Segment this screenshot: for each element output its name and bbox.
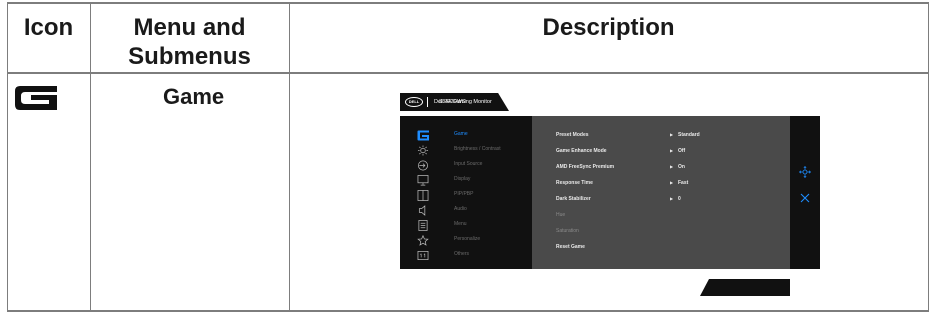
osd-main-panel: Game Brightness / Contrast Input Source … bbox=[400, 116, 820, 269]
col-divider-1 bbox=[7, 2, 8, 312]
table-top-border bbox=[7, 2, 929, 4]
osd-menu-label: Audio bbox=[454, 206, 467, 212]
osd-screenshot: DELL Dell 34 Gaming Monitor Game Brightn… bbox=[400, 93, 820, 296]
menu-icon bbox=[418, 220, 428, 231]
osd-menu-label: Input Source bbox=[454, 161, 483, 167]
setting-row-preset-modes[interactable]: Preset Modes ▶ Standard bbox=[556, 132, 786, 144]
dell-logo: DELL bbox=[405, 97, 423, 107]
setting-row-hue: Hue bbox=[556, 212, 786, 224]
setting-label: Preset Modes bbox=[556, 132, 589, 138]
display-icon bbox=[417, 175, 429, 186]
close-icon[interactable] bbox=[799, 192, 811, 204]
osd-menu-list: Game Brightness / Contrast Input Source … bbox=[400, 116, 532, 269]
move-icon[interactable] bbox=[799, 166, 811, 178]
setting-label: Saturation bbox=[556, 228, 579, 234]
others-icon bbox=[417, 251, 429, 260]
header-divider bbox=[7, 72, 929, 74]
osd-menu-item-display[interactable]: Display bbox=[400, 173, 532, 188]
setting-row-dark-stabilizer[interactable]: Dark Stabilizer ▶ 0 bbox=[556, 196, 786, 208]
audio-icon bbox=[418, 205, 426, 216]
setting-value: 0 bbox=[678, 196, 681, 202]
osd-menu-item-menu[interactable]: Menu bbox=[400, 218, 532, 233]
osd-menu-item-personalize[interactable]: Personalize bbox=[400, 233, 532, 248]
setting-label: Game Enhance Mode bbox=[556, 148, 607, 154]
osd-menu-label: Menu bbox=[454, 221, 467, 227]
osd-menu-item-others[interactable]: Others bbox=[400, 248, 532, 263]
brightness-icon bbox=[417, 145, 429, 156]
setting-row-saturation: Saturation bbox=[556, 228, 786, 240]
setting-label: AMD FreeSync Premium bbox=[556, 164, 615, 170]
title-separator bbox=[427, 97, 428, 107]
arrow-right-icon: ▶ bbox=[670, 164, 674, 169]
setting-value: Off bbox=[678, 148, 686, 154]
osd-menu-label: Others bbox=[454, 251, 470, 257]
osd-menu-item-input-source[interactable]: Input Source bbox=[400, 158, 532, 173]
game-icon bbox=[417, 130, 429, 141]
input-source-icon bbox=[418, 160, 428, 171]
osd-menu-label: Game bbox=[454, 131, 468, 137]
setting-value: Fast bbox=[678, 180, 689, 186]
table-bottom-border bbox=[7, 310, 929, 312]
osd-settings-panel: Preset Modes ▶ Standard Game Enhance Mod… bbox=[532, 116, 790, 269]
arrow-right-icon: ▶ bbox=[670, 148, 674, 153]
osd-menu-label: PIP/PBP bbox=[454, 191, 474, 197]
arrow-right-icon: ▶ bbox=[670, 180, 674, 185]
osd-menu-label: Display bbox=[454, 176, 471, 182]
setting-label: Reset Game bbox=[556, 244, 585, 250]
header-menu-line1: Menu and bbox=[133, 14, 246, 41]
setting-row-response-time[interactable]: Response Time ▶ Fast bbox=[556, 180, 786, 192]
setting-value: On bbox=[678, 164, 685, 170]
osd-menu-item-game[interactable]: Game bbox=[400, 128, 532, 143]
osd-side-controls bbox=[790, 116, 820, 269]
setting-label: Hue bbox=[556, 212, 566, 218]
header-description: Description bbox=[542, 14, 675, 41]
header-icon: Icon bbox=[23, 14, 74, 41]
arrow-right-icon: ▶ bbox=[670, 132, 674, 137]
setting-label: Response Time bbox=[556, 180, 593, 186]
col-divider-4 bbox=[928, 2, 929, 312]
osd-menu-label: Brightness / Contrast bbox=[454, 146, 501, 152]
osd-menu-item-pip-pbp[interactable]: PIP/PBP bbox=[400, 188, 532, 203]
setting-value: Standard bbox=[678, 132, 700, 138]
star-icon bbox=[417, 235, 429, 246]
osd-menu-item-brightness[interactable]: Brightness / Contrast bbox=[400, 143, 532, 158]
osd-menu-label: Personalize bbox=[454, 236, 481, 242]
col-divider-3 bbox=[289, 2, 290, 312]
header-menu-line2: Submenus bbox=[128, 43, 251, 70]
model-badge bbox=[700, 279, 790, 296]
menu-name-game: Game bbox=[163, 84, 225, 109]
setting-row-amd-freesync[interactable]: AMD FreeSync Premium ▶ On bbox=[556, 164, 786, 176]
pip-pbp-icon bbox=[417, 190, 429, 201]
setting-row-reset-game[interactable]: Reset Game bbox=[556, 244, 786, 256]
model-number: S3422DWG bbox=[439, 99, 466, 105]
osd-menu-item-audio[interactable]: Audio bbox=[400, 203, 532, 218]
setting-label: Dark Stabilizer bbox=[556, 196, 591, 202]
game-g-icon bbox=[15, 86, 57, 110]
setting-row-game-enhance-mode[interactable]: Game Enhance Mode ▶ Off bbox=[556, 148, 786, 160]
arrow-right-icon: ▶ bbox=[670, 196, 674, 201]
